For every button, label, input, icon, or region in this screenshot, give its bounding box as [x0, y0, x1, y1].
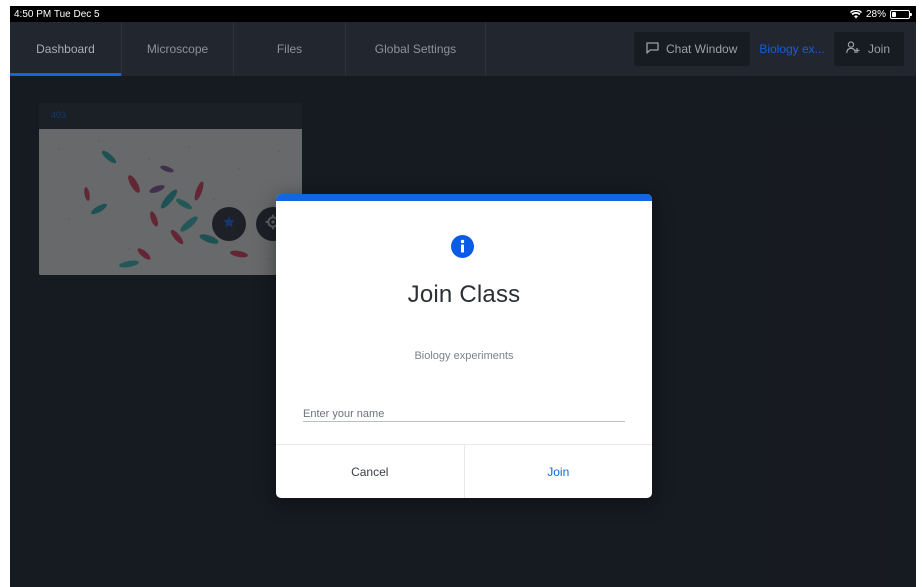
battery-fill — [892, 11, 897, 17]
tab-label: Dashboard — [36, 42, 95, 56]
tab-label: Global Settings — [374, 42, 457, 56]
tab-label: Files — [276, 42, 303, 56]
tab-dashboard[interactable]: Dashboard — [10, 22, 122, 76]
tab-global-settings[interactable]: Global Settings — [346, 22, 486, 76]
chat-window-button[interactable]: Chat Window — [634, 32, 750, 66]
battery-icon — [890, 9, 912, 19]
wifi-icon — [849, 9, 862, 19]
info-icon — [451, 235, 474, 258]
chat-icon — [646, 41, 659, 57]
join-label: Join — [868, 42, 891, 56]
status-time: 4:50 PM Tue Dec 5 — [14, 8, 100, 20]
status-indicators: 28% — [849, 8, 912, 20]
dialog-accent-bar — [276, 194, 652, 201]
dialog-title: Join Class — [407, 281, 521, 308]
tab-files[interactable]: Files — [234, 22, 346, 76]
class-name-label: Biology ex... — [759, 42, 825, 56]
status-bar: 4:50 PM Tue Dec 5 28% — [10, 6, 916, 22]
dialog-join-button[interactable]: Join — [465, 445, 653, 498]
chat-window-label: Chat Window — [666, 42, 738, 56]
battery-percent: 28% — [865, 8, 886, 20]
app-window: 4:50 PM Tue Dec 5 28% Dashboard Microsco… — [10, 6, 916, 587]
dialog-actions: Cancel Join — [276, 444, 652, 498]
class-name-link[interactable]: Biology ex... — [750, 32, 834, 66]
join-button[interactable]: Join — [834, 32, 904, 66]
tab-label: Microscope — [146, 42, 209, 56]
cancel-button[interactable]: Cancel — [276, 445, 465, 498]
top-nav: Dashboard Microscope Files Global Settin… — [10, 22, 916, 76]
dialog-subtitle: Biology experiments — [414, 350, 514, 362]
tab-microscope[interactable]: Microscope — [122, 22, 234, 76]
add-person-icon — [846, 41, 860, 57]
join-class-dialog: Join Class Biology experiments Cancel Jo… — [276, 194, 652, 498]
name-input[interactable] — [303, 406, 625, 422]
